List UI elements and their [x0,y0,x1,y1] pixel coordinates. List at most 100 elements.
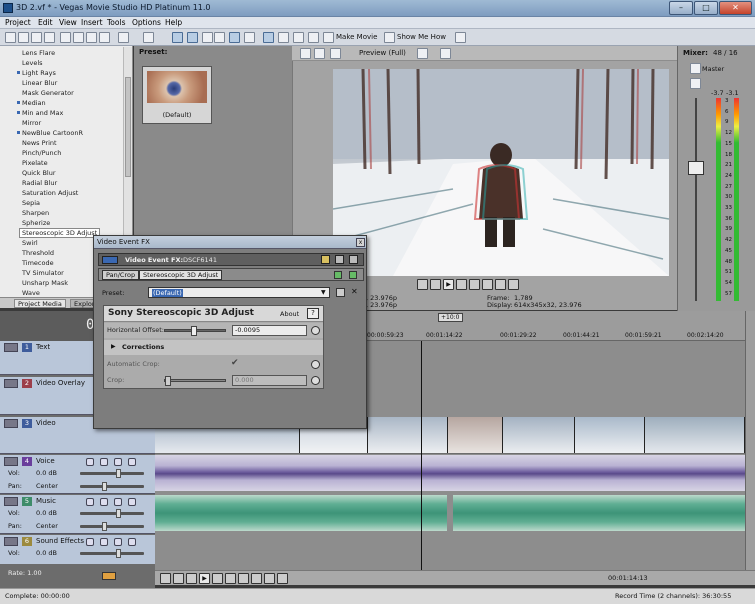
vol-slider-knob[interactable] [116,509,121,518]
fx-list-item[interactable]: TV Simulator [22,269,64,277]
markers-icon[interactable] [308,32,319,43]
vol-slider[interactable] [80,509,144,518]
track-expand-icon[interactable] [4,457,18,466]
about-link[interactable]: About [280,310,299,318]
make-movie-icon[interactable] [323,32,334,43]
reset-icon[interactable] [311,326,320,335]
fx-list-item[interactable]: Unsharp Mask [22,279,68,287]
automation-icon[interactable] [128,498,136,506]
copy-snapshot-icon[interactable] [440,48,451,59]
lock-envelopes-icon[interactable] [244,32,255,43]
fx-icon[interactable] [114,458,122,466]
external-monitor-icon[interactable] [314,48,325,59]
preview-pause-icon[interactable] [456,279,467,290]
fx-list-item[interactable]: Sepia [22,199,40,207]
mute-icon[interactable] [86,498,94,506]
vol-slider-knob[interactable] [116,549,121,558]
corrections-group[interactable]: ▶ Corrections [104,340,323,355]
go-to-end-icon[interactable] [251,573,262,584]
fx-list-item[interactable]: Timecode [22,259,54,267]
overlays-icon[interactable] [417,48,428,59]
menu-edit[interactable]: Edit [38,18,53,27]
automation-icon[interactable] [128,458,136,466]
fx-list-item[interactable]: Linear Blur [22,79,57,87]
fx-list-item[interactable]: NewBlue CartoonR [17,129,83,137]
pause-icon[interactable] [212,573,223,584]
dialog-title-bar[interactable]: Video Event FX x [94,236,366,249]
undo-icon[interactable] [118,32,129,43]
fx-list-item[interactable]: Sharpen [22,209,49,217]
quantize-icon[interactable] [293,32,304,43]
crop-value[interactable]: 0.000 [232,375,307,386]
crop-slider[interactable] [164,376,226,386]
fx-list-item[interactable]: Pinch/Punch [22,149,61,157]
video-clip[interactable] [575,417,645,453]
horizontal-offset-value[interactable]: -0.0095 [232,325,307,336]
expand-arrow-icon[interactable]: ▶ [111,343,116,350]
fx-icon[interactable] [114,538,122,546]
horizontal-offset-slider[interactable] [164,326,226,336]
preview-play-icon[interactable]: ▶ [443,279,454,290]
new-icon[interactable] [5,32,16,43]
fx-icon[interactable] [114,498,122,506]
previous-frame-icon[interactable] [264,573,275,584]
master-fader-track[interactable] [695,98,697,301]
loop-icon[interactable] [417,279,428,290]
track-header-music[interactable]: 5 Music Vol: 0.0 dB Pan: Center [0,495,155,534]
menu-view[interactable]: View [59,18,77,27]
video-clip[interactable] [503,417,575,453]
scroll-thumb[interactable] [125,77,131,177]
auto-ripple-icon[interactable] [229,32,240,43]
redo-icon[interactable] [143,32,154,43]
pan-slider[interactable] [80,522,144,531]
play-from-start-icon[interactable] [186,573,197,584]
horizontal-offset-knob[interactable] [191,326,197,336]
fx-list-item[interactable]: Mirror [22,119,41,127]
open-icon[interactable] [18,32,29,43]
envelope-tool-icon[interactable] [214,32,225,43]
enable-snapping-icon[interactable] [263,32,274,43]
cursor-marker[interactable]: +10:0 [438,313,463,322]
track-expand-icon[interactable] [4,419,18,428]
solo-icon[interactable] [100,538,108,546]
stereoscopic-3d-adjust-button[interactable]: Stereoscopic 3D Adjust [139,270,223,280]
video-clip[interactable] [448,417,503,453]
fx-plugin-chain-icon[interactable] [349,271,357,279]
go-to-start-icon[interactable] [238,573,249,584]
tab-project-media[interactable]: Project Media [14,299,66,308]
next-frame-icon[interactable] [277,573,288,584]
paste-icon[interactable] [86,32,97,43]
fx-list-item[interactable]: Threshold [22,249,54,257]
minimize-button[interactable]: – [669,1,693,15]
fx-list-item[interactable]: Median [17,99,46,107]
delete-preset-icon[interactable]: ✕ [351,287,358,296]
fx-list-item[interactable]: Radial Blur [22,179,57,187]
delete-icon[interactable] [99,32,110,43]
fx-list-item[interactable]: Levels [22,59,43,67]
voice-audio-clip[interactable] [155,455,745,491]
play-icon[interactable]: ▶ [199,573,210,584]
add-fx-icon[interactable] [334,271,342,279]
maximize-button[interactable]: □ [694,1,718,15]
preset-thumbnail[interactable]: (Default) [142,66,212,124]
preview-quality-select[interactable]: Preview (Full) [359,49,406,57]
track-expand-icon[interactable] [4,537,18,546]
pan-slider-knob[interactable] [102,482,107,491]
loop-playback-icon[interactable] [173,573,184,584]
pan-crop-button[interactable]: Pan/Crop [102,270,140,280]
copy-icon[interactable] [73,32,84,43]
video-fx-icon[interactable] [330,48,341,59]
pan-slider-knob[interactable] [102,522,107,531]
automatic-crop-checkbox[interactable]: ✔ [231,358,239,368]
fx-list-item[interactable]: Mask Generator [22,89,74,97]
timeline-vertical-scrollbar[interactable] [745,311,755,574]
cut-icon[interactable] [60,32,71,43]
show-me-how-button[interactable]: Show Me How [397,33,446,41]
fx-list-item[interactable]: Pixelate [22,159,48,167]
fx-chain-view-icon[interactable] [321,255,330,264]
preview-play-from-start-icon[interactable] [430,279,441,290]
track-expand-icon[interactable] [4,497,18,506]
mixer-properties-icon[interactable] [690,63,701,74]
stop-icon[interactable] [225,573,236,584]
fx-list-view-icon[interactable] [349,255,358,264]
